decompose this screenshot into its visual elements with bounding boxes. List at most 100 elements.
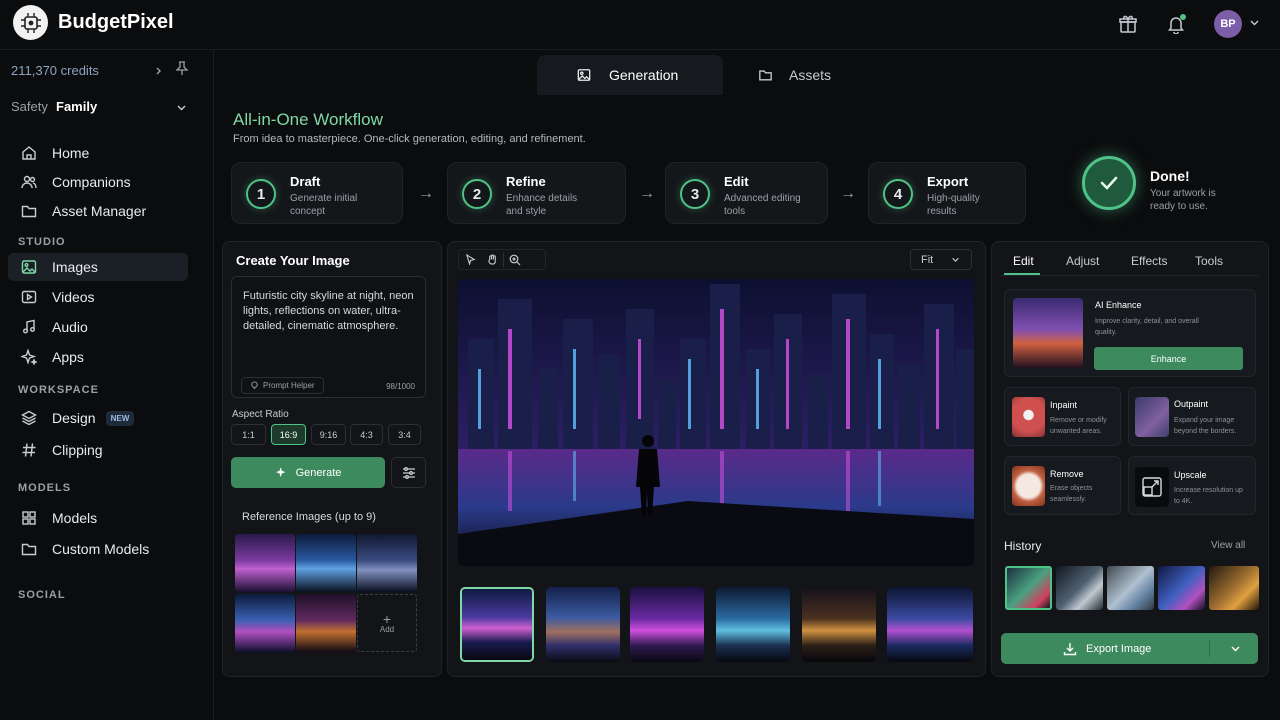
reference-image[interactable]: [296, 534, 356, 592]
chevron-right-icon[interactable]: [154, 64, 164, 79]
chevron-down-icon[interactable]: [1249, 16, 1260, 31]
create-title: Create Your Image: [236, 253, 350, 268]
tab-edit[interactable]: Edit: [1013, 254, 1034, 268]
view-all-link[interactable]: View all: [1211, 540, 1245, 551]
divider: [1209, 640, 1210, 657]
credits-balance[interactable]: 211,370 credits: [11, 63, 99, 78]
settings-sliders-icon[interactable]: [391, 457, 426, 488]
sidebar-item-label: Apps: [52, 349, 84, 365]
sidebar-item-label: Asset Manager: [52, 203, 147, 219]
grid-icon: [17, 508, 41, 528]
arrow-right-icon: →: [639, 185, 655, 202]
aspect-1-1[interactable]: 1:1: [231, 424, 266, 445]
zoom-select[interactable]: Fit: [910, 249, 972, 270]
ai-enhance-title: AI Enhance: [1095, 300, 1142, 310]
section-label-models: MODELS: [18, 482, 72, 494]
sidebar-item-videos[interactable]: Videos: [8, 283, 188, 311]
history-thumbnail[interactable]: [1005, 566, 1052, 610]
arrow-right-icon: →: [840, 185, 856, 202]
zoom-in-icon[interactable]: [504, 254, 526, 266]
sidebar-item-asset-manager[interactable]: Asset Manager: [8, 197, 188, 225]
history-thumbnail[interactable]: [1158, 566, 1205, 610]
aspect-16-9[interactable]: 16:9: [271, 424, 306, 445]
bell-icon[interactable]: [1164, 12, 1188, 36]
sidebar-item-clipping[interactable]: Clipping: [8, 436, 188, 464]
sidebar-item-companions[interactable]: Companions: [8, 168, 188, 196]
logo-icon[interactable]: [13, 5, 48, 40]
expand-icon: [1135, 397, 1169, 437]
char-count: 98/1000: [386, 382, 415, 391]
history-thumbnail[interactable]: [1056, 566, 1103, 610]
sidebar-item-images[interactable]: Images: [8, 253, 188, 281]
section-label-workspace: WORKSPACE: [18, 384, 99, 396]
sidebar-item-custom-models[interactable]: Custom Models: [8, 535, 188, 563]
tab-tools[interactable]: Tools: [1195, 254, 1223, 268]
variant-thumbnail[interactable]: [460, 587, 534, 662]
workflow-title: All-in-One Workflow: [233, 110, 383, 129]
sidebar-item-audio[interactable]: Audio: [8, 313, 188, 341]
aspect-4-3[interactable]: 4:3: [350, 424, 383, 445]
tab-generation[interactable]: Generation: [577, 55, 678, 95]
enhance-button[interactable]: Enhance: [1094, 347, 1243, 370]
image-icon: [577, 68, 591, 82]
reference-image[interactable]: [357, 534, 417, 592]
folder-icon: [758, 68, 773, 82]
variant-thumbnail[interactable]: [716, 587, 790, 662]
variant-thumbnail[interactable]: [887, 587, 973, 662]
remove-desc: Erase objects seamlessly.: [1050, 485, 1093, 503]
prompt-text[interactable]: Futuristic city skyline at night, neon l…: [243, 289, 418, 334]
sidebar-item-label: Design: [52, 410, 96, 426]
plus-icon: +: [382, 610, 392, 627]
variant-thumbnail[interactable]: [630, 587, 704, 662]
generate-button[interactable]: Generate: [231, 457, 385, 488]
workflow-step-draft: 1 Draft Generate initial concept: [231, 162, 403, 224]
workflow-subtitle: From idea to masterpiece. One-click gene…: [233, 133, 586, 145]
chevron-down-icon[interactable]: [176, 101, 187, 116]
sidebar-item-apps[interactable]: Apps: [8, 343, 188, 371]
tab-effects[interactable]: Effects: [1131, 254, 1167, 268]
new-badge: NEW: [105, 410, 135, 426]
aspect-3-4[interactable]: 3:4: [388, 424, 421, 445]
variant-thumbnail[interactable]: [802, 587, 876, 662]
sidebar-item-label: Models: [52, 510, 98, 526]
reference-image[interactable]: [235, 534, 295, 592]
outpaint-desc: Expand your image beyond the borders.: [1174, 417, 1237, 435]
hand-icon[interactable]: [481, 254, 503, 265]
brand-name[interactable]: BudgetPixel: [58, 11, 174, 34]
pin-icon[interactable]: [175, 61, 189, 79]
tab-assets[interactable]: Assets: [758, 55, 831, 95]
gift-icon[interactable]: [1116, 12, 1140, 36]
ai-enhance-preview: [1013, 298, 1083, 368]
sidebar-item-label: Videos: [52, 289, 95, 305]
pointer-icon[interactable]: [459, 254, 481, 265]
inpaint-desc: Remove or modify unwanted areas.: [1050, 417, 1107, 435]
history-label: History: [1004, 539, 1042, 553]
reference-image[interactable]: [235, 594, 295, 652]
layers-icon: [17, 408, 41, 428]
chevron-down-icon[interactable]: [1230, 643, 1241, 654]
history-thumbnail[interactable]: [1107, 566, 1154, 610]
reference-image[interactable]: [296, 594, 356, 652]
history-thumbnail[interactable]: [1209, 566, 1259, 610]
variant-thumbnail[interactable]: [546, 587, 620, 662]
upscale-icon: [1135, 467, 1169, 507]
main-canvas-image[interactable]: [458, 279, 974, 566]
folder-icon: [17, 201, 41, 221]
aspect-ratio-label: Aspect Ratio: [232, 409, 289, 420]
avatar[interactable]: BP: [1214, 10, 1242, 38]
sidebar-item-models[interactable]: Models: [8, 504, 188, 532]
tab-adjust[interactable]: Adjust: [1066, 254, 1099, 268]
export-image-button[interactable]: Export Image: [1001, 633, 1258, 664]
safety-select[interactable]: Family: [56, 99, 97, 114]
sidebar-item-design[interactable]: Design NEW: [8, 404, 188, 432]
add-reference-button[interactable]: + Add: [357, 594, 417, 652]
sidebar-item-label: Audio: [52, 319, 88, 335]
ai-enhance-desc: Improve clarity, detail, and overall qua…: [1095, 318, 1199, 336]
users-icon: [17, 172, 41, 192]
sidebar: 211,370 credits Safety Family Home Compa…: [0, 50, 214, 720]
aspect-9-16[interactable]: 9:16: [311, 424, 346, 445]
sidebar-item-home[interactable]: Home: [8, 139, 188, 167]
prompt-textarea[interactable]: Futuristic city skyline at night, neon l…: [231, 276, 426, 398]
prompt-helper-button[interactable]: Prompt Helper: [241, 377, 324, 394]
hash-icon: [17, 440, 41, 460]
